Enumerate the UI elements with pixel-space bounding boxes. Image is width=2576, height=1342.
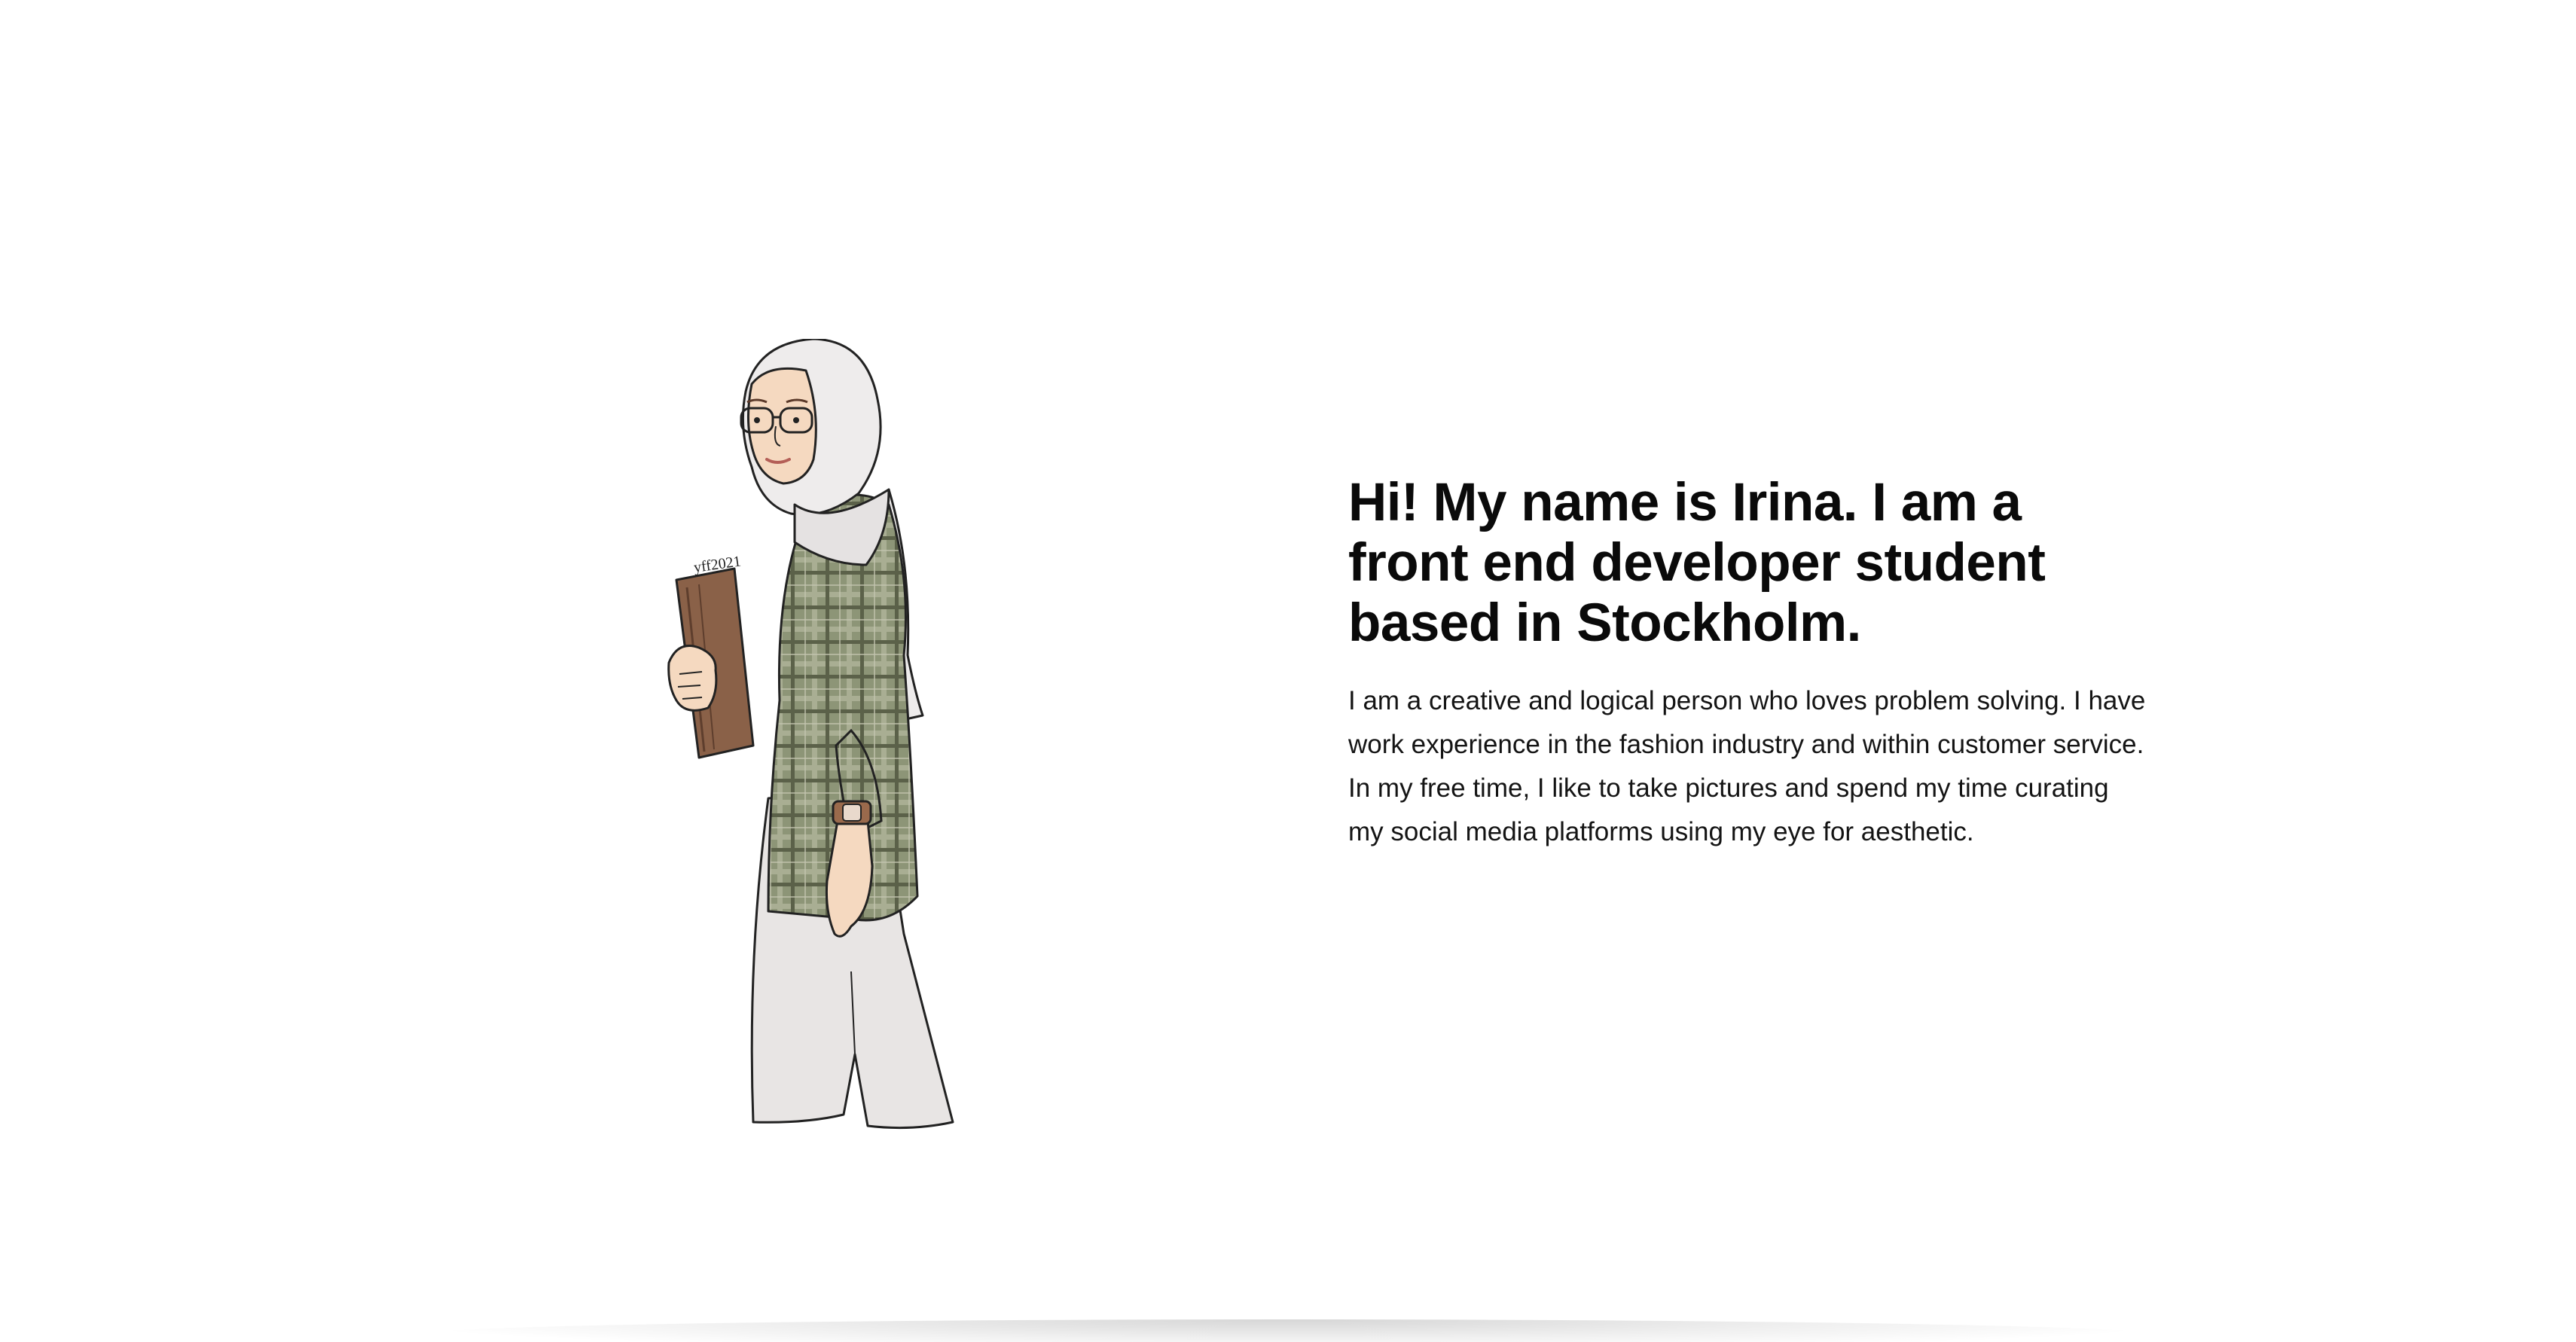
hero-heading: Hi! My name is Irina. I am a front end d… (1348, 473, 2046, 653)
hero-description: I am a creative and logical person who l… (1348, 686, 2146, 846)
student-illustration: yff2021 (663, 339, 979, 1137)
section-shadow-divider (422, 1319, 2154, 1342)
about-section: yff2021 Hi! My name is Irina. I am a fro… (0, 0, 2576, 1342)
student-illustration-icon: yff2021 (667, 339, 954, 1130)
intro-text: Hi! My name is Irina. I am a front end d… (1348, 473, 2147, 854)
